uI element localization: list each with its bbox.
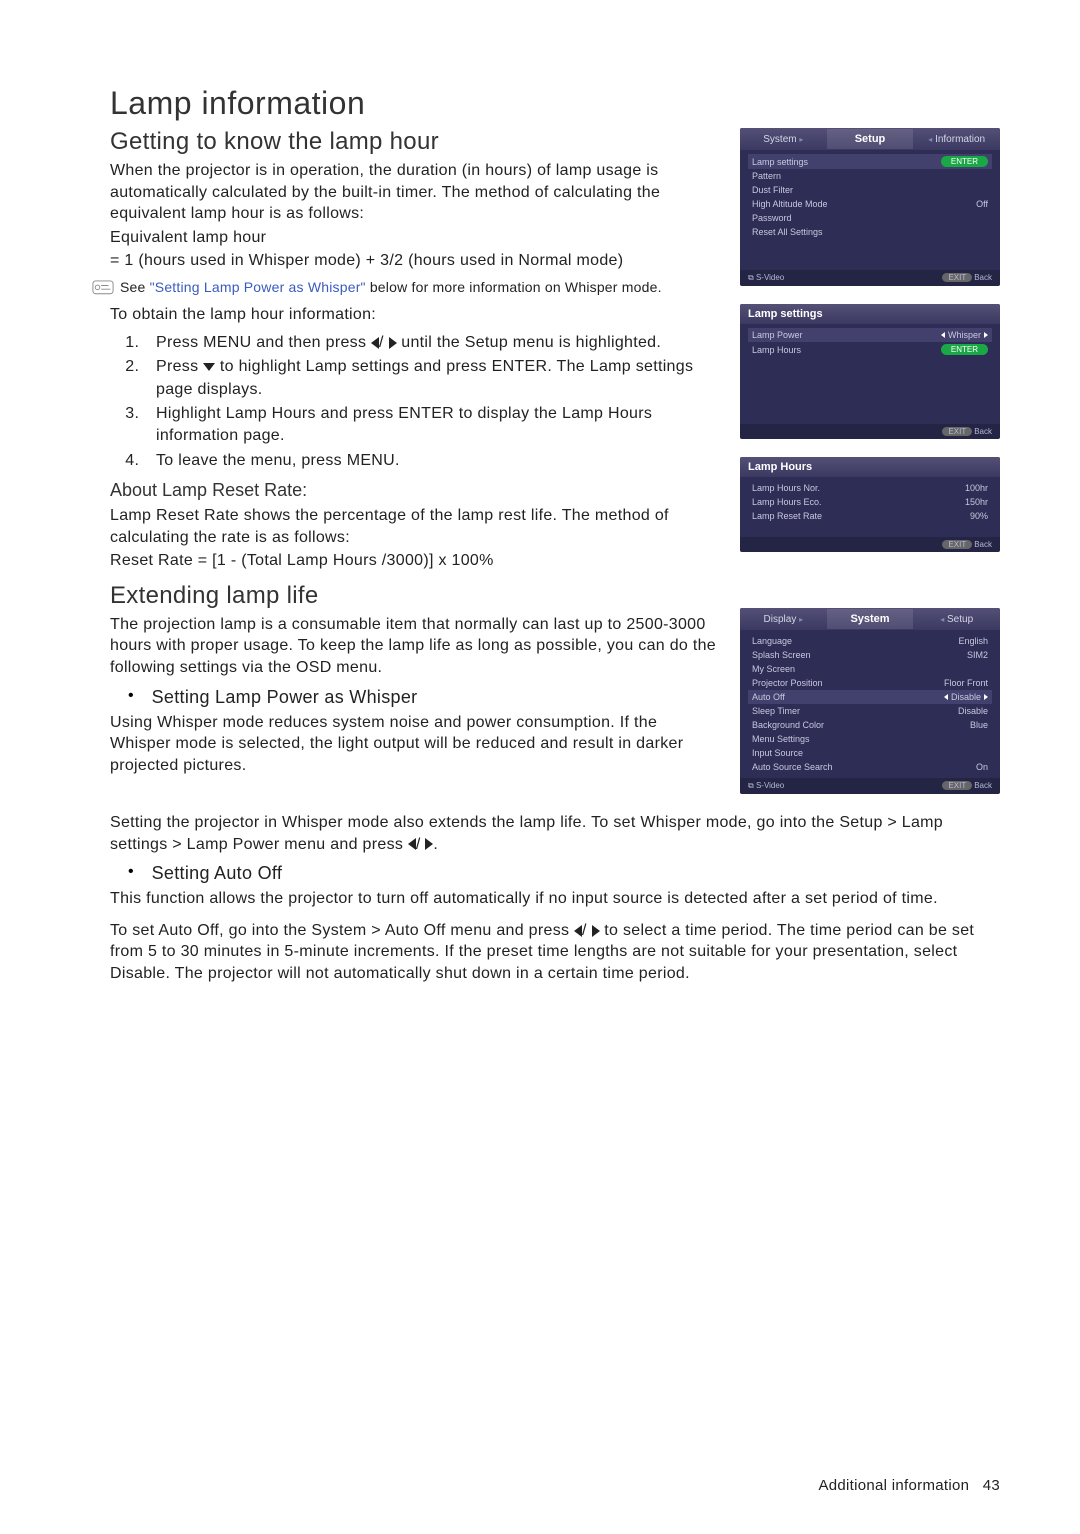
list-item: Press MENU and then press / until the Se… xyxy=(144,332,718,354)
menu-row: Splash ScreenSIM2 xyxy=(748,648,992,662)
menu-title: Lamp Hours xyxy=(740,457,1000,477)
body-text: The projection lamp is a consumable item… xyxy=(110,614,718,679)
menu-footer: EXITBack xyxy=(740,537,1000,552)
page-footer: Additional information 43 xyxy=(818,1477,1000,1494)
menu-row: Projector PositionFloor Front xyxy=(748,676,992,690)
left-arrow-icon xyxy=(408,838,416,850)
menu-row: Lamp PowerWhisper xyxy=(748,328,992,342)
menu-row: Reset All Settings xyxy=(748,225,992,239)
list-item: Highlight Lamp Hours and press ENTER to … xyxy=(144,403,718,448)
list-item: Press to highlight Lamp settings and pre… xyxy=(144,356,718,401)
left-arrow-icon xyxy=(574,925,582,937)
body-text: When the projector is in operation, the … xyxy=(110,160,718,225)
body-text: To set Auto Off, go into the System > Au… xyxy=(110,920,1000,985)
menu-tab: System ▸ xyxy=(740,130,827,149)
menu-footer: ⧉ S-VideoEXITBack xyxy=(740,778,1000,794)
bullet-heading: Setting Auto Off xyxy=(152,863,283,884)
menu-screenshot-setup: System ▸ Setup ◂ Information Lamp settin… xyxy=(740,128,1000,286)
menu-row: Dust Filter xyxy=(748,183,992,197)
body-text: Reset Rate = [1 - (Total Lamp Hours /300… xyxy=(110,550,718,572)
menu-tab: ◂ Information xyxy=(913,130,1000,149)
steps-list: Press MENU and then press / until the Se… xyxy=(144,332,718,472)
menu-row: Lamp Hours Nor.100hr xyxy=(748,481,992,495)
note-text: See "Setting Lamp Power as Whisper" belo… xyxy=(120,278,662,296)
menu-screenshot-system: Display ▸ System ◂ Setup LanguageEnglish… xyxy=(740,608,1000,794)
menu-row: Pattern xyxy=(748,169,992,183)
section-heading: Getting to know the lamp hour xyxy=(110,128,718,156)
menu-row: Lamp HoursENTER xyxy=(748,342,992,357)
enter-pill: ENTER xyxy=(941,344,988,355)
body-text: This function allows the projector to tu… xyxy=(110,888,1000,910)
menu-row: Lamp Hours Eco.150hr xyxy=(748,495,992,509)
right-arrow-icon xyxy=(592,925,600,937)
menu-tab: Display ▸ xyxy=(740,610,827,629)
menu-row: Menu Settings xyxy=(748,732,992,746)
down-arrow-icon xyxy=(203,363,215,371)
subheading: About Lamp Reset Rate: xyxy=(110,480,718,501)
list-item: To leave the menu, press MENU. xyxy=(144,450,718,472)
menu-screenshot-lamp-hours: Lamp Hours Lamp Hours Nor.100hr Lamp Hou… xyxy=(740,457,1000,552)
menu-tab: ◂ Setup xyxy=(913,610,1000,629)
menu-row: High Altitude ModeOff xyxy=(748,197,992,211)
enter-pill: ENTER xyxy=(941,156,988,167)
body-text: Equivalent lamp hour xyxy=(110,227,718,249)
menu-row: LanguageEnglish xyxy=(748,634,992,648)
menu-row: Lamp Reset Rate90% xyxy=(748,509,992,523)
menu-row: Auto Source SearchOn xyxy=(748,760,992,774)
bullet-heading: Setting Lamp Power as Whisper xyxy=(152,687,418,708)
menu-row: Auto OffDisable xyxy=(748,690,992,704)
body-text: = 1 (hours used in Whisper mode) + 3/2 (… xyxy=(110,250,718,272)
cross-reference-link: "Setting Lamp Power as Whisper" xyxy=(150,279,366,295)
bullet-icon: • xyxy=(128,687,134,708)
section-heading: Extending lamp life xyxy=(110,582,718,610)
page-title: Lamp information xyxy=(110,85,1000,122)
menu-tab-selected: Setup xyxy=(827,129,914,149)
right-arrow-icon xyxy=(389,337,397,349)
menu-row: Password xyxy=(748,211,992,225)
left-arrow-icon xyxy=(371,337,379,349)
body-text: Setting the projector in Whisper mode al… xyxy=(110,812,1000,855)
menu-row: Background ColorBlue xyxy=(748,718,992,732)
menu-row: My Screen xyxy=(748,662,992,676)
menu-row: Sleep TimerDisable xyxy=(748,704,992,718)
menu-title: Lamp settings xyxy=(740,304,1000,324)
menu-footer: EXITBack xyxy=(740,424,1000,439)
body-text: To obtain the lamp hour information: xyxy=(110,304,718,326)
menu-screenshot-lamp-settings: Lamp settings Lamp PowerWhisper Lamp Hou… xyxy=(740,304,1000,439)
menu-row: Input Source xyxy=(748,746,992,760)
menu-tab-selected: System xyxy=(827,609,914,629)
note-icon xyxy=(92,280,114,295)
bullet-icon: • xyxy=(128,863,134,884)
menu-row: Lamp settingsENTER xyxy=(748,154,992,169)
body-text: Lamp Reset Rate shows the percentage of … xyxy=(110,505,718,548)
body-text: Using Whisper mode reduces system noise … xyxy=(110,712,718,777)
menu-footer: ⧉ S-VideoEXITBack xyxy=(740,270,1000,286)
